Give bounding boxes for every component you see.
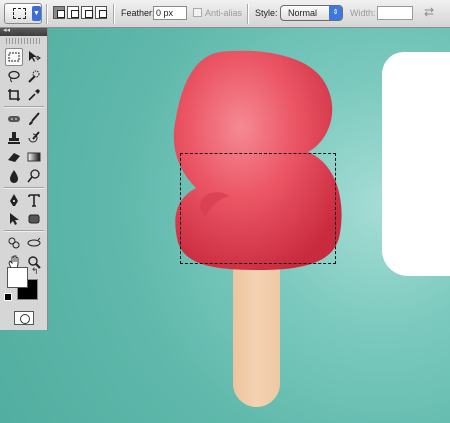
lasso-tool-icon[interactable]: [5, 67, 23, 85]
width-input[interactable]: [377, 6, 413, 20]
style-select[interactable]: Normal ⇕: [280, 5, 343, 21]
style-value: Normal: [288, 8, 318, 18]
new-selection-button[interactable]: [53, 6, 65, 19]
dodge-tool-icon[interactable]: [25, 167, 43, 185]
marquee-selection[interactable]: [180, 153, 336, 264]
eraser-icon[interactable]: [5, 148, 23, 166]
eyedropper-icon[interactable]: [25, 86, 43, 104]
3d-rotate-icon[interactable]: [5, 234, 23, 252]
brush-tool-icon[interactable]: [25, 110, 43, 128]
dropdown-arrow-icon: ▼: [32, 6, 41, 21]
spot-healing-icon[interactable]: [5, 110, 23, 128]
separator: [247, 4, 249, 24]
panel-grip[interactable]: [6, 38, 41, 44]
width-label: Width:: [350, 8, 376, 18]
tools-panel-header[interactable]: ◂◂: [0, 27, 47, 36]
feather-label: Feather:: [121, 8, 155, 18]
feather-input[interactable]: 0 px: [153, 6, 187, 20]
swap-colors-icon[interactable]: ↰: [31, 266, 39, 277]
swap-width-height-icon[interactable]: ⇄: [424, 5, 434, 19]
foreground-color-swatch[interactable]: [7, 267, 28, 288]
tools-panel: ◂◂ ↰: [0, 27, 48, 330]
move-tool-icon[interactable]: [25, 48, 43, 66]
pen-tool-icon[interactable]: [5, 191, 23, 209]
add-to-selection-button[interactable]: [67, 6, 79, 19]
subtract-from-selection-button[interactable]: [81, 6, 93, 19]
rectangular-marquee-icon[interactable]: [5, 48, 23, 66]
tool-preset-picker[interactable]: ▼: [4, 3, 42, 24]
clone-stamp-icon[interactable]: [5, 129, 23, 147]
intersect-selection-button[interactable]: [95, 6, 107, 19]
options-bar: ▼ Feather: 0 px Anti-alias Style: Normal…: [0, 0, 450, 28]
rectangular-marquee-icon: [13, 8, 26, 19]
crop-tool-icon[interactable]: [5, 86, 23, 104]
quick-mask-button[interactable]: [14, 311, 34, 325]
popsicle-stick: [233, 268, 280, 407]
white-rounded-shape: [382, 52, 450, 276]
quick-selection-icon[interactable]: [25, 67, 43, 85]
antialias-label: Anti-alias: [205, 8, 243, 18]
gradient-tool-icon[interactable]: [25, 148, 43, 166]
type-tool-icon[interactable]: [25, 191, 43, 209]
3d-orbit-icon[interactable]: [25, 234, 43, 252]
document-canvas[interactable]: [0, 28, 450, 423]
history-brush-icon[interactable]: [25, 129, 43, 147]
shape-tool-icon[interactable]: [25, 210, 43, 228]
separator: [113, 4, 115, 24]
path-selection-icon[interactable]: [5, 210, 23, 228]
default-colors-icon[interactable]: [4, 293, 12, 301]
collapse-icon: ◂◂: [3, 27, 11, 34]
blur-tool-icon[interactable]: [5, 167, 23, 185]
chevron-updown-icon: ⇕: [329, 6, 342, 20]
antialias-checkbox[interactable]: [193, 8, 202, 17]
separator: [46, 4, 48, 24]
style-label: Style:: [255, 8, 278, 18]
